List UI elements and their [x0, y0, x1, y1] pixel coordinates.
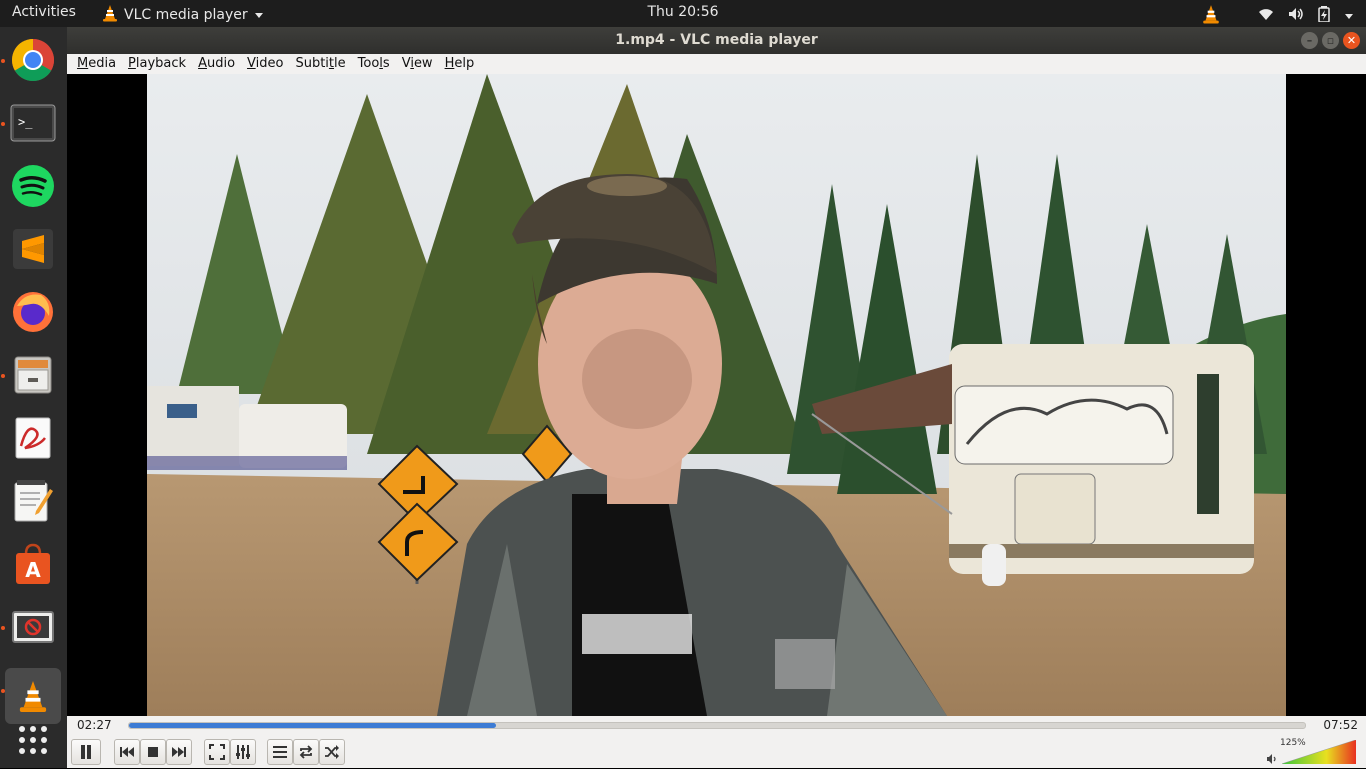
- document-viewer-launcher[interactable]: [5, 410, 61, 466]
- chrome-launcher[interactable]: [5, 32, 61, 88]
- seek-progress-fill: [129, 723, 496, 728]
- seek-row: 02:27 07:52: [67, 716, 1366, 736]
- stop-icon: [148, 747, 158, 757]
- menu-playback[interactable]: Playback: [122, 54, 192, 74]
- maximize-button[interactable]: ▫: [1322, 32, 1339, 49]
- equalizer-icon: [236, 745, 250, 759]
- menubar: Media Playback Audio Video Subtitle Tool…: [67, 54, 1366, 74]
- volume-icon[interactable]: [1288, 7, 1304, 25]
- volume-slider[interactable]: [1282, 740, 1356, 764]
- app-menu[interactable]: VLC media player: [102, 4, 264, 26]
- shuffle-button[interactable]: [319, 739, 345, 765]
- app-menu-label: VLC media player: [124, 7, 248, 23]
- repeat-icon: [299, 745, 313, 759]
- screen-recorder-launcher[interactable]: [5, 599, 61, 655]
- ubuntu-software-launcher[interactable]: A: [5, 536, 61, 592]
- shuffle-icon: [325, 745, 339, 759]
- sublime-text-icon: [13, 229, 53, 269]
- files-launcher[interactable]: [5, 347, 61, 403]
- text-editor-icon: [14, 480, 53, 522]
- shopping-bag-icon: A: [16, 543, 50, 584]
- window-title: 1.mp4 - VLC media player: [615, 32, 818, 48]
- menu-tools[interactable]: Tools: [352, 54, 396, 74]
- gnome-top-bar: Activities VLC media player Thu 20:56: [0, 0, 1366, 27]
- document-viewer-icon: [15, 417, 51, 459]
- vlc-cone-icon: [19, 681, 47, 712]
- wifi-icon[interactable]: [1258, 7, 1274, 25]
- elapsed-time[interactable]: 02:27: [77, 718, 112, 732]
- menu-subtitle[interactable]: Subtitle: [289, 54, 351, 74]
- volume-control[interactable]: 125%: [1266, 738, 1356, 766]
- stop-button[interactable]: [140, 739, 166, 765]
- window-titlebar[interactable]: 1.mp4 - VLC media player – ▫ ✕: [67, 27, 1366, 54]
- pause-button[interactable]: [71, 739, 101, 765]
- playlist-icon: [273, 746, 287, 758]
- file-cabinet-icon: [14, 356, 52, 394]
- close-button[interactable]: ✕: [1343, 32, 1360, 49]
- chrome-icon: [11, 38, 55, 82]
- fullscreen-icon: [209, 744, 225, 760]
- firefox-icon: [13, 292, 53, 332]
- playlist-button[interactable]: [267, 739, 293, 765]
- menu-help[interactable]: Help: [439, 54, 481, 74]
- skip-previous-icon: [120, 747, 134, 757]
- app-grid-icon: [19, 726, 47, 754]
- vlc-tray-icon[interactable]: [1202, 4, 1220, 28]
- spotify-icon: [12, 165, 54, 207]
- next-button[interactable]: [166, 739, 192, 765]
- menu-audio[interactable]: Audio: [192, 54, 241, 74]
- activities-button[interactable]: Activities: [12, 4, 76, 20]
- skip-next-icon: [172, 747, 186, 757]
- extended-settings-button[interactable]: [230, 739, 256, 765]
- record-icon: [12, 611, 54, 643]
- fullscreen-button[interactable]: [204, 739, 230, 765]
- video-display[interactable]: [67, 74, 1366, 716]
- previous-button[interactable]: [114, 739, 140, 765]
- terminal-launcher[interactable]: >_: [5, 95, 61, 151]
- control-bar: 125%: [67, 736, 1366, 768]
- battery-icon[interactable]: [1318, 6, 1330, 26]
- power-menu-chevron-icon[interactable]: [1344, 8, 1354, 24]
- svg-text:>_: >_: [18, 115, 33, 129]
- video-frame: [67, 74, 1366, 716]
- system-tray[interactable]: [1202, 4, 1354, 28]
- spotify-launcher[interactable]: [5, 158, 61, 214]
- menu-media[interactable]: Media: [71, 54, 122, 74]
- vlc-cone-icon: [102, 4, 118, 26]
- terminal-icon: >_: [10, 104, 56, 142]
- minimize-button[interactable]: –: [1301, 32, 1318, 49]
- text-editor-launcher[interactable]: [5, 473, 61, 529]
- vlc-window: 1.mp4 - VLC media player – ▫ ✕ Media Pla…: [67, 27, 1366, 768]
- loop-button[interactable]: [293, 739, 319, 765]
- menu-video[interactable]: Video: [241, 54, 289, 74]
- seek-slider[interactable]: [128, 722, 1306, 729]
- clock[interactable]: Thu 20:56: [647, 4, 718, 20]
- pause-icon: [81, 745, 91, 759]
- svg-text:A: A: [25, 558, 41, 582]
- show-applications-button[interactable]: [5, 712, 61, 768]
- sublime-text-launcher[interactable]: [5, 221, 61, 277]
- speaker-icon[interactable]: [1266, 750, 1278, 769]
- total-time[interactable]: 07:52: [1323, 718, 1358, 732]
- menu-view[interactable]: View: [396, 54, 439, 74]
- chevron-down-icon: [254, 7, 264, 23]
- firefox-launcher[interactable]: [5, 284, 61, 340]
- dock: >_ A: [0, 27, 67, 768]
